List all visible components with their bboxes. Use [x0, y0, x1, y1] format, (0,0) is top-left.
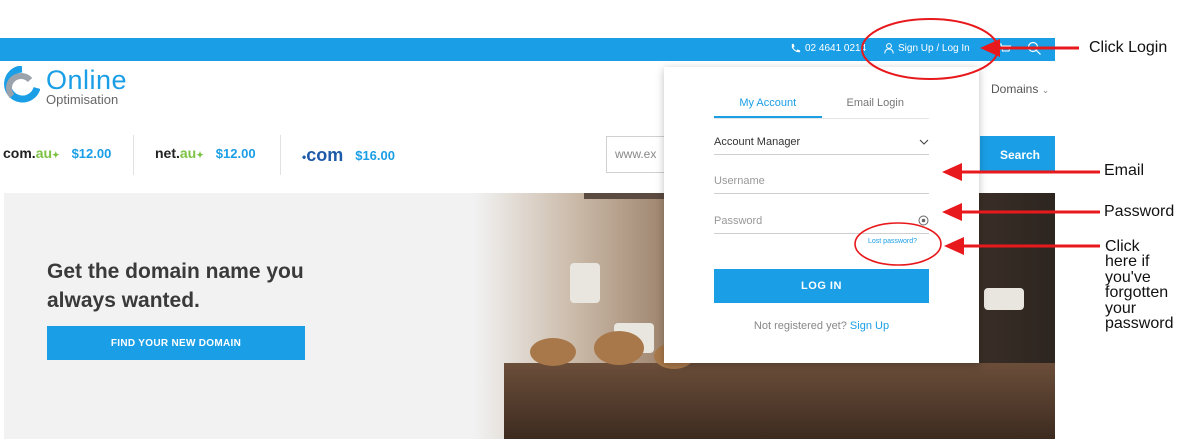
not-registered-text: Not registered yet? Sign Up [664, 320, 979, 332]
username-input[interactable] [714, 174, 894, 187]
not-registered-label: Not registered yet? [753, 320, 847, 332]
top-search-button[interactable] [1027, 41, 1042, 61]
annotation-line: here if [1105, 253, 1150, 271]
hero-cup [984, 288, 1024, 310]
show-password-icon[interactable] [918, 215, 929, 226]
login-label: Sign Up / Log In [898, 43, 970, 54]
chevron-down-icon: ⌄ [1041, 85, 1050, 95]
price-com-amount: $16.00 [355, 148, 395, 163]
tab-underline [714, 118, 929, 119]
logo-text: Online Optimisation [46, 64, 128, 107]
login-panel: My Account Email Login Account Manager L… [664, 67, 979, 363]
cart-button[interactable] [998, 42, 1012, 61]
annotation-click-login: Click Login [1089, 39, 1168, 56]
price-divider [280, 135, 281, 175]
user-icon [884, 43, 894, 54]
annotation-line: password [1105, 315, 1174, 333]
account-type-value: Account Manager [714, 135, 801, 148]
price-net-au[interactable]: net.au✦ $12.00 [155, 145, 256, 161]
hero-pastry [594, 331, 644, 365]
annotation-line: your [1105, 299, 1137, 317]
top-bar: 02 4641 0214 Sign Up / Log In [0, 38, 1055, 61]
phone-number: 02 4641 0214 [805, 43, 867, 54]
lost-password-link[interactable]: Lost password? [868, 238, 917, 245]
hero-headline: Get the domain name you always wanted. [47, 260, 304, 312]
site-logo[interactable]: Online Optimisation [4, 66, 127, 106]
price-com-au-amount: $12.00 [71, 145, 112, 161]
sign-up-link[interactable]: Sign Up [850, 320, 889, 332]
hero-shelf [584, 193, 674, 199]
hero-pastry [530, 338, 576, 366]
search-icon [1027, 41, 1041, 55]
phone-icon [791, 43, 801, 53]
logo-mark-icon [4, 66, 40, 103]
account-type-select[interactable]: Account Manager [714, 129, 929, 155]
hero-cup [570, 263, 600, 303]
annotation-line: you've [1105, 268, 1151, 286]
domain-search-input[interactable]: www.ex [606, 136, 666, 173]
tab-email-login[interactable]: Email Login [822, 96, 930, 118]
sign-up-login-link[interactable]: Sign Up / Log In [884, 43, 970, 54]
hero-table [504, 363, 1055, 439]
price-divider [133, 135, 134, 175]
price-com-au[interactable]: com.au✦ $12.00 [3, 145, 111, 161]
tab-my-account[interactable]: My Account [714, 96, 822, 118]
annotation-password: Password [1104, 203, 1175, 220]
cart-icon [999, 43, 1012, 52]
price-com[interactable]: •com $16.00 [302, 145, 395, 166]
logo-word-optimisation: Optimisation [46, 91, 119, 107]
password-input[interactable] [714, 214, 894, 227]
username-field[interactable] [714, 168, 929, 194]
annotation-email: Email [1104, 162, 1145, 179]
tld-com-au-logo: com.au✦ [3, 145, 60, 161]
price-net-au-amount: $12.00 [215, 145, 256, 161]
phone-link[interactable]: 02 4641 0214 [790, 43, 866, 54]
log-in-button[interactable]: LOG IN [714, 269, 929, 303]
logo-word-online: Online [46, 64, 128, 95]
annotation-lost-password: Click here if you've forgotten your pass… [1105, 238, 1174, 333]
find-domain-button[interactable]: FIND YOUR NEW DOMAIN [47, 326, 305, 360]
login-tabs: My Account Email Login [714, 96, 929, 118]
tld-net-au-logo: net.au✦ [155, 145, 204, 161]
chevron-down-icon [919, 139, 929, 145]
domain-search-button[interactable]: Search [980, 136, 1055, 173]
nav-item-domains[interactable]: Domains ⌄ [991, 82, 1049, 96]
annotation-line: Click [1105, 238, 1140, 255]
password-field[interactable] [714, 208, 929, 234]
annotation-line: forgotten [1105, 284, 1169, 302]
nav-domains-label: Domains [991, 82, 1039, 96]
tld-com-logo: •com [302, 145, 344, 165]
